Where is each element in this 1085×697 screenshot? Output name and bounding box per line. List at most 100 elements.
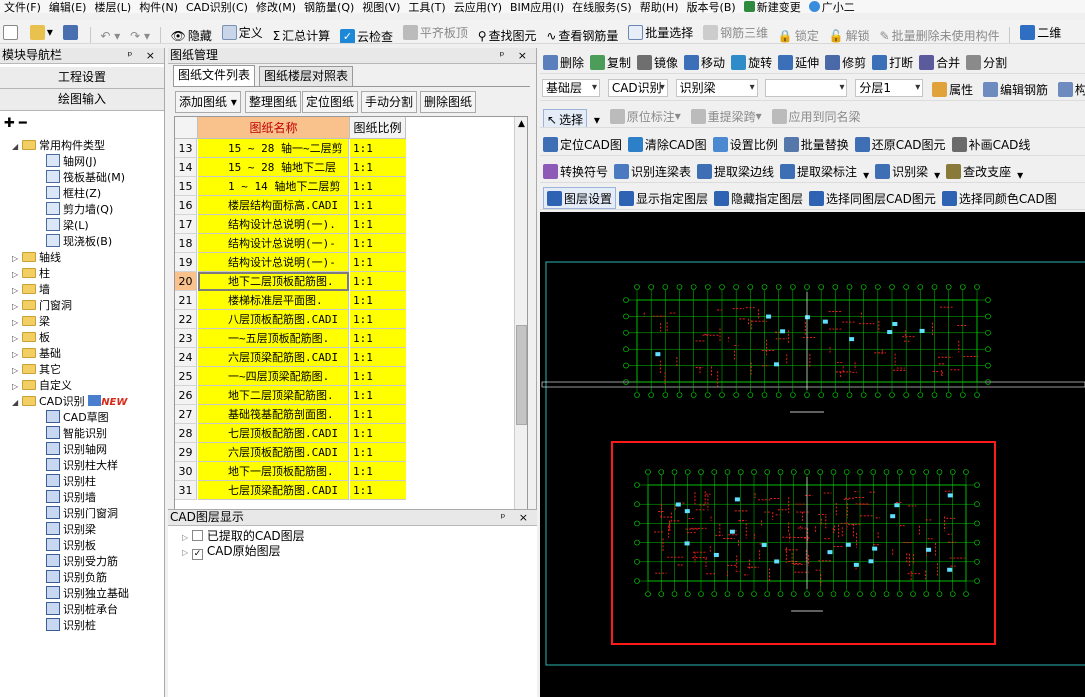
tree-item-cad-6[interactable]: 识别门窗洞 [46, 506, 118, 522]
component-type-select[interactable]: 识别梁 [675, 79, 758, 97]
menu-version[interactable]: 版本号(B) [683, 1, 740, 13]
tree-folder-7[interactable]: ▷ 其它 [12, 362, 61, 378]
tree-item-common-0[interactable]: 轴网(J) [46, 154, 97, 170]
batch-replace-button[interactable]: 批量替换 [781, 133, 852, 155]
table-row[interactable]: 16 楼层结构面标高.CADI 1:1 [175, 196, 515, 215]
tree-folder-3[interactable]: ▷ 门窗洞 [12, 298, 72, 314]
find-element-button[interactable]: ⚲ 查找图元 [475, 25, 540, 44]
drawing-scale-cell[interactable]: 1:1 [350, 462, 406, 481]
view-rebar-button[interactable]: ∿ 查看钢筋量 [543, 25, 621, 44]
drawing-name-cell[interactable]: 一~五层顶板配筋图. [198, 329, 349, 348]
drawing-name-cell[interactable]: 地下二层顶板配筋图. [198, 272, 349, 291]
recognize-coupling-beam-button[interactable]: 识别连梁表 [611, 160, 694, 182]
layer-item-extracted[interactable]: ▷ 已提取的CAD图层 [182, 529, 305, 545]
drawing-scale-cell[interactable]: 1:1 [350, 329, 406, 348]
table-row[interactable]: 21 楼梯标准层平面图. 1:1 [175, 291, 515, 310]
menu-cad-recognition[interactable]: CAD识别(C) [182, 1, 252, 13]
drawing-scale-cell[interactable]: 1:1 [350, 291, 406, 310]
table-row[interactable]: 27 基础筏基配筋剖面图. 1:1 [175, 405, 515, 424]
expand-arrow-icon[interactable]: ▷ [12, 347, 22, 363]
column-header-drawing-name[interactable]: 图纸名称 [198, 117, 350, 139]
tree-item-cad-3[interactable]: 识别柱大样 [46, 458, 118, 474]
tree-item-cad-5[interactable]: 识别墙 [46, 490, 96, 506]
table-row[interactable]: 22 八层顶板配筋图.CADI 1:1 [175, 310, 515, 329]
tree-item-cad-1[interactable]: 智能识别 [46, 426, 107, 442]
mirror-button[interactable]: 镜像 [634, 51, 681, 73]
drawing-name-cell[interactable]: 七层顶梁配筋图.CADI [198, 481, 349, 500]
table-row[interactable]: 17 结构设计总说明(一). 1:1 [175, 215, 515, 234]
expand-arrow-icon[interactable]: ▷ [12, 283, 22, 299]
sublayer-select[interactable]: 分层1 [855, 79, 924, 97]
tree-item-cad-0[interactable]: CAD草图 [46, 410, 109, 426]
drawing-name-cell[interactable]: 结构设计总说明(一). [198, 215, 349, 234]
collapse-arrow-icon[interactable]: ◢ [12, 139, 22, 155]
expand-arrow-icon[interactable]: ▷ [182, 548, 188, 557]
expand-arrow-icon[interactable]: ▷ [12, 299, 22, 315]
table-row[interactable]: 29 六层顶板配筋图.CADI 1:1 [175, 443, 515, 462]
expand-arrow-icon[interactable]: ▷ [182, 533, 188, 542]
panel-controls[interactable]: ᵖ × [501, 510, 533, 525]
layer-settings-button[interactable]: 图层设置 [543, 187, 617, 209]
tree-item-cad-11[interactable]: 识别独立基础 [46, 586, 129, 602]
tree-item-cad-2[interactable]: 识别轴网 [46, 442, 107, 458]
table-row[interactable]: 19 结构设计总说明(一)- 1:1 [175, 253, 515, 272]
tree-item-common-5[interactable]: 现浇板(B) [46, 234, 112, 250]
delete-button[interactable]: 删除 [540, 51, 587, 73]
table-row[interactable]: 20 地下二层顶板配筋图. 1:1 [175, 272, 515, 291]
drawing-scale-cell[interactable]: 1:1 [350, 386, 406, 405]
locate-cad-button[interactable]: 定位CAD图 [540, 133, 625, 155]
tree-item-common-4[interactable]: 梁(L) [46, 218, 89, 234]
tree-folder-2[interactable]: ▷ 墙 [12, 282, 50, 298]
panel-controls[interactable]: ᵖ × [128, 48, 160, 63]
tree-item-cad-7[interactable]: 识别梁 [46, 522, 96, 538]
table-row[interactable]: 15 1 ~ 14 轴地下二层剪 1:1 [175, 177, 515, 196]
menu-floor[interactable]: 楼层(L) [90, 1, 135, 13]
table-row[interactable]: 14 15 ~ 28 轴地下二层 1:1 [175, 158, 515, 177]
drawing-name-cell[interactable]: 地下二层顶梁配筋图. [198, 386, 349, 405]
tree-folder-5[interactable]: ▷ 板 [12, 330, 50, 346]
tree-item-cad-8[interactable]: 识别板 [46, 538, 96, 554]
table-row[interactable]: 18 结构设计总说明(一)- 1:1 [175, 234, 515, 253]
tree-item-cad-13[interactable]: 识别桩 [46, 618, 96, 634]
menu-file[interactable]: 文件(F) [0, 1, 45, 13]
menu-assistant[interactable]: 广小二 [805, 1, 859, 13]
delete-drawing-button[interactable]: 删除图纸 [420, 91, 477, 113]
expand-arrow-icon[interactable]: ▷ [12, 379, 22, 395]
properties-button[interactable]: 属性 [929, 78, 976, 100]
menu-help[interactable]: 帮助(H) [636, 1, 683, 13]
copy-button[interactable]: 复制 [587, 51, 634, 73]
cad-drawing-canvas[interactable] [540, 212, 1085, 697]
drawing-scale-cell[interactable]: 1:1 [350, 234, 406, 253]
tree-node-common-types[interactable]: ◢ 常用构件类型 [12, 138, 105, 154]
drawing-name-cell[interactable]: 地下一层顶板配筋图. [198, 462, 349, 481]
undo-button[interactable]: ↶ ▾ [97, 25, 123, 44]
define-button[interactable]: 定义 [219, 21, 266, 43]
drawing-name-cell[interactable]: 六层顶板配筋图.CADI [198, 443, 349, 462]
dropdown-arrow[interactable]: ▾ [931, 164, 943, 183]
tree-item-cad-9[interactable]: 识别受力筋 [46, 554, 118, 570]
hide-layer-button[interactable]: 隐藏指定图层 [711, 187, 806, 209]
drawing-name-cell[interactable]: 七层顶板配筋图.CADI [198, 424, 349, 443]
expand-all-icon[interactable]: ✚ [4, 116, 15, 131]
tree-folder-cad-recognition[interactable]: ◢ CAD识别 NEW [12, 394, 127, 410]
drawing-name-cell[interactable]: 15 ~ 28 轴一~二层剪 [198, 139, 349, 158]
locate-drawing-button[interactable]: 定位图纸 [302, 91, 359, 113]
drawing-name-cell[interactable]: 结构设计总说明(一)- [198, 253, 349, 272]
drawing-scale-cell[interactable]: 1:1 [350, 253, 406, 272]
add-drawing-button[interactable]: 添加图纸 ▾ [175, 91, 241, 113]
in-place-annotation-button[interactable]: 原位标注 ▾ [607, 105, 684, 127]
drawing-name-cell[interactable]: 楼层结构面标高.CADI [198, 196, 349, 215]
extend-button[interactable]: 延伸 [775, 51, 822, 73]
open-file-button[interactable]: ▾ [27, 21, 56, 43]
tab-drawing-file-list[interactable]: 图纸文件列表 [173, 65, 256, 86]
menu-tools[interactable]: 工具(T) [404, 1, 449, 13]
re-extract-span-button[interactable]: 重提梁跨 ▾ [688, 105, 765, 127]
check-support-button[interactable]: 查改支座 [943, 160, 1014, 182]
drawing-scale-cell[interactable]: 1:1 [350, 405, 406, 424]
menu-rebar-quantity[interactable]: 钢筋量(Q) [300, 1, 358, 13]
clear-cad-button[interactable]: 清除CAD图 [625, 133, 710, 155]
table-row[interactable]: 31 七层顶梁配筋图.CADI 1:1 [175, 481, 515, 500]
drawing-scale-cell[interactable]: 1:1 [350, 177, 406, 196]
expand-collapse-controls[interactable]: ✚ ━ [4, 116, 27, 131]
move-button[interactable]: 移动 [681, 51, 728, 73]
